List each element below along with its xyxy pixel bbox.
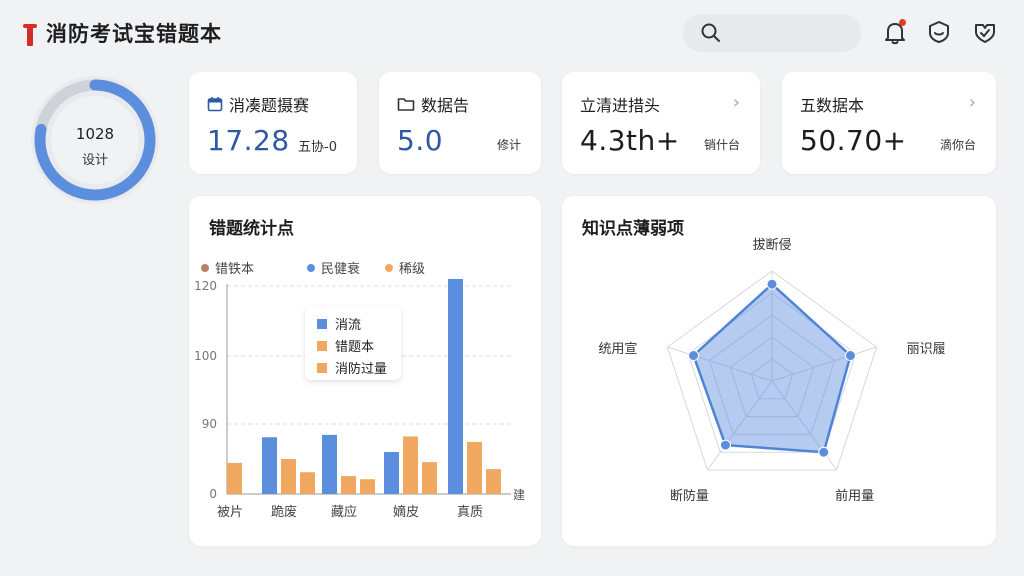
- radar-point[interactable]: [719, 439, 731, 451]
- bar[interactable]: [486, 469, 501, 494]
- stat-value: 50.70+: [800, 124, 907, 157]
- bar[interactable]: [341, 476, 356, 494]
- x-tick-label: 被片: [217, 505, 243, 520]
- radar-point[interactable]: [844, 350, 856, 362]
- brand: 消防考试宝错题本: [22, 18, 222, 48]
- stat-value: 17.28: [207, 124, 290, 157]
- radar-axis-label: 拔断侵: [752, 237, 791, 253]
- stat-unit: 五协-0: [298, 140, 337, 155]
- radar-point[interactable]: [818, 446, 830, 458]
- x-tick-label: 真质: [457, 505, 483, 520]
- radar-axis-label: 前用量: [835, 488, 874, 504]
- bar[interactable]: [300, 472, 315, 494]
- tooltip-item: 消防过量: [335, 362, 388, 377]
- profile-button[interactable]: [971, 18, 999, 46]
- stat-card-1[interactable]: 消凑题摄赛 17.28 五协-0: [189, 72, 357, 174]
- radar-axis-label: 丽识履: [907, 342, 946, 357]
- x-tick-label: 跪废: [271, 504, 297, 520]
- radar-axis-label: 断防量: [670, 488, 709, 504]
- y-tick-label: 0: [209, 487, 217, 501]
- heart-shield-icon: [975, 24, 995, 43]
- y-tick-label: 90: [202, 417, 217, 431]
- radar-area: [692, 282, 852, 454]
- stat-card-4[interactable]: 五数据本 › 50.70+ 滴你台: [782, 72, 996, 174]
- y-tick-label: 100: [194, 349, 217, 363]
- stat-value: 4.3th+: [580, 124, 680, 157]
- calendar-icon: [207, 97, 223, 112]
- radar-axis-label: 统用宣: [598, 341, 637, 357]
- bar[interactable]: [422, 462, 437, 494]
- fire-extinguisher-logo-icon: [22, 20, 38, 46]
- stat-label: 立清进措头: [580, 96, 661, 115]
- message-button[interactable]: [925, 18, 953, 46]
- ring-value: 1028: [75, 125, 115, 143]
- progress-ring: 1028 设计: [30, 75, 160, 205]
- search-input[interactable]: [683, 14, 861, 52]
- x-axis-end-label: 建: [513, 488, 525, 502]
- bar[interactable]: [281, 459, 296, 494]
- notification-dot: [899, 19, 906, 26]
- bar[interactable]: [360, 479, 375, 494]
- bar[interactable]: [467, 441, 482, 494]
- bar[interactable]: [227, 462, 242, 494]
- chevron-right-icon[interactable]: ›: [733, 92, 740, 113]
- radar-point[interactable]: [688, 350, 700, 362]
- ring-label: 设计: [81, 153, 108, 168]
- stat-unit: 修计: [496, 138, 521, 152]
- tooltip-item: 错题本: [335, 340, 375, 355]
- stat-label: 五数据本: [800, 96, 865, 115]
- stat-unit: 滴你台: [939, 138, 976, 152]
- stat-card-3[interactable]: 立清进措头 › 4.3th+ 销什台: [562, 72, 760, 174]
- search-icon: [701, 23, 720, 42]
- chevron-right-icon[interactable]: ›: [969, 92, 976, 113]
- bar[interactable]: [448, 279, 463, 494]
- stat-unit: 销什台: [703, 138, 740, 152]
- stat-card-2[interactable]: 数据告 5.0 修计: [379, 72, 541, 174]
- bar[interactable]: [384, 452, 399, 494]
- radar-point[interactable]: [766, 278, 778, 290]
- y-tick-label: 120: [194, 279, 217, 293]
- tooltip-item: 消流: [335, 318, 362, 333]
- chart-tooltip: 消流 错题本 消防过量: [305, 306, 401, 380]
- chat-shield-icon: [929, 21, 949, 43]
- bar[interactable]: [403, 436, 418, 494]
- stat-label: 消凑题摄赛: [229, 96, 310, 115]
- stat-label: 数据告: [421, 96, 470, 115]
- notification-bell-button[interactable]: [881, 18, 909, 46]
- x-tick-label: 嫡皮: [393, 504, 419, 520]
- bar[interactable]: [322, 434, 337, 494]
- bar[interactable]: [262, 437, 277, 494]
- x-tick-label: 藏应: [331, 504, 357, 520]
- app-title: 消防考试宝错题本: [46, 22, 222, 46]
- stat-value: 5.0: [397, 124, 444, 157]
- folder-icon: [397, 98, 415, 111]
- radar-chart: 拔断侵丽识履前用量 断防量 统用宣: [598, 237, 946, 504]
